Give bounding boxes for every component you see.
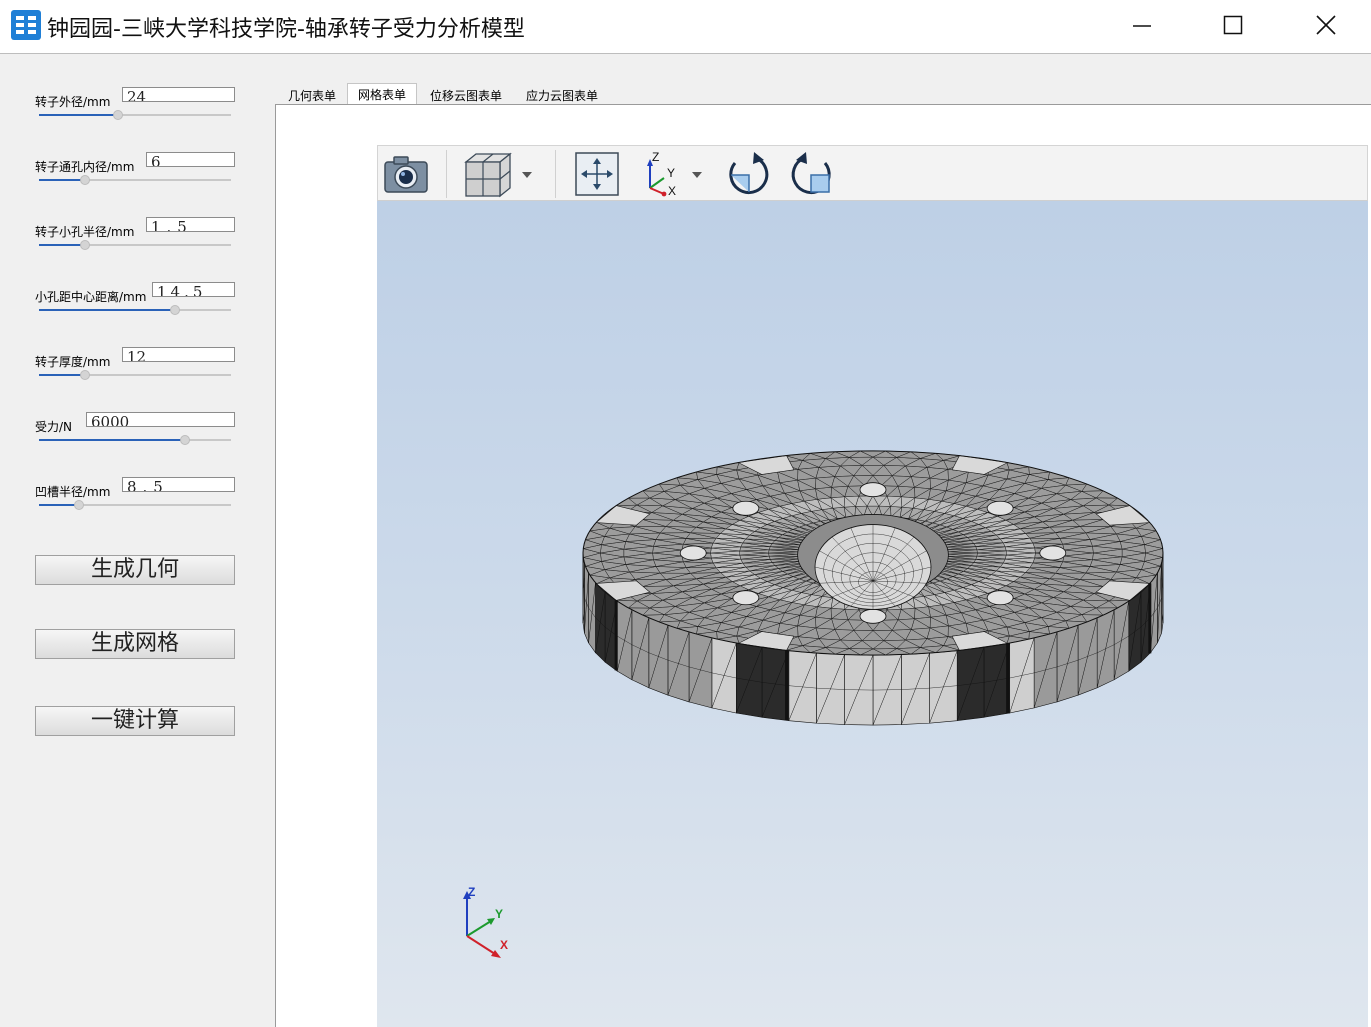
param-outer-diameter: 转子外径/mm 24 <box>35 87 235 127</box>
axis-x-label: X <box>668 184 676 198</box>
param-label: 转子小孔半径/mm <box>35 225 135 239</box>
fit-all-icon[interactable] <box>573 150 621 198</box>
hole-center-distance-slider[interactable] <box>39 304 231 316</box>
slider-handle[interactable] <box>74 500 85 510</box>
triad-z-label: Z <box>468 885 475 899</box>
thickness-input[interactable]: 12 <box>122 347 235 362</box>
force-slider[interactable] <box>39 434 231 446</box>
generate-mesh-button[interactable]: 生成网格 <box>35 629 235 659</box>
slider-handle[interactable] <box>80 240 91 250</box>
slider-handle[interactable] <box>80 175 91 185</box>
minimize-icon <box>1133 25 1151 27</box>
parameter-panel: 转子外径/mm 24 转子通孔内径/mm 6 转子小孔半径/mm 1.5 小孔距… <box>0 55 275 1027</box>
tab-displacement[interactable]: 位移云图表单 <box>422 85 510 105</box>
bore-diameter-input[interactable]: 6 <box>146 152 235 167</box>
close-icon <box>1316 15 1336 35</box>
title-bar: 钟园园-三峡大学科技学院-轴承转子受力分析模型 <box>0 0 1371 54</box>
chevron-down-icon <box>692 172 702 178</box>
chevron-down-icon <box>522 172 532 178</box>
param-groove-radius: 凹槽半径/mm 8.5 <box>35 477 235 517</box>
thickness-slider[interactable] <box>39 369 231 381</box>
camera-icon[interactable] <box>381 150 431 198</box>
param-label: 小孔距中心距离/mm <box>35 290 147 304</box>
param-small-hole-radius: 转子小孔半径/mm 1.5 <box>35 217 235 257</box>
triad-y-label: Y <box>495 907 503 921</box>
slider-handle[interactable] <box>80 370 91 380</box>
axes-orientation-icon[interactable]: Z Y X <box>640 150 710 198</box>
groove-radius-slider[interactable] <box>39 499 231 511</box>
minimize-button[interactable] <box>1119 0 1165 50</box>
param-hole-center-distance: 小孔距中心距离/mm 14.5 <box>35 282 235 322</box>
bore-diameter-slider[interactable] <box>39 174 231 186</box>
tab-stress[interactable]: 应力云图表单 <box>518 85 606 105</box>
tab-mesh[interactable]: 网格表单 <box>347 83 417 105</box>
param-label: 转子外径/mm <box>35 95 111 109</box>
param-thickness: 转子厚度/mm 12 <box>35 347 235 387</box>
param-label: 转子厚度/mm <box>35 355 111 369</box>
axis-z-label: Z <box>652 150 659 164</box>
view-cube-icon[interactable] <box>462 150 538 198</box>
axis-y-label: Y <box>667 166 675 180</box>
outer-diameter-slider[interactable] <box>39 109 231 121</box>
hole-center-distance-input[interactable]: 14.5 <box>152 282 235 297</box>
small-hole-radius-input[interactable]: 1.5 <box>146 217 235 232</box>
maximize-button[interactable] <box>1210 0 1256 50</box>
param-label: 转子通孔内径/mm <box>35 160 135 174</box>
rotate-cw-icon[interactable] <box>726 150 772 198</box>
param-bore-diameter: 转子通孔内径/mm 6 <box>35 152 235 192</box>
outer-diameter-input[interactable]: 24 <box>122 87 235 102</box>
slider-handle[interactable] <box>179 435 190 445</box>
groove-radius-input[interactable]: 8.5 <box>122 477 235 492</box>
app-logo-icon <box>11 10 41 40</box>
window-title: 钟园园-三峡大学科技学院-轴承转子受力分析模型 <box>47 17 525 42</box>
3d-viewport[interactable]: Z Y X <box>377 201 1368 1027</box>
rotate-ccw-icon[interactable] <box>788 150 834 198</box>
generate-geometry-button[interactable]: 生成几何 <box>35 555 235 585</box>
param-label: 受力/N <box>35 420 73 434</box>
viewer-toolbar: Z Y X <box>377 145 1368 201</box>
slider-handle[interactable] <box>170 305 181 315</box>
compute-button[interactable]: 一键计算 <box>35 706 235 736</box>
maximize-icon <box>1223 15 1243 35</box>
close-button[interactable] <box>1303 0 1349 50</box>
triad-x-label: X <box>500 938 508 952</box>
param-label: 凹槽半径/mm <box>35 485 111 499</box>
slider-handle[interactable] <box>112 110 123 120</box>
force-input[interactable]: 6000 <box>86 412 235 427</box>
tab-geometry[interactable]: 几何表单 <box>280 85 344 105</box>
axis-triad: Z Y X <box>463 885 508 958</box>
param-force: 受力/N 6000 <box>35 412 235 452</box>
small-hole-radius-slider[interactable] <box>39 239 231 251</box>
